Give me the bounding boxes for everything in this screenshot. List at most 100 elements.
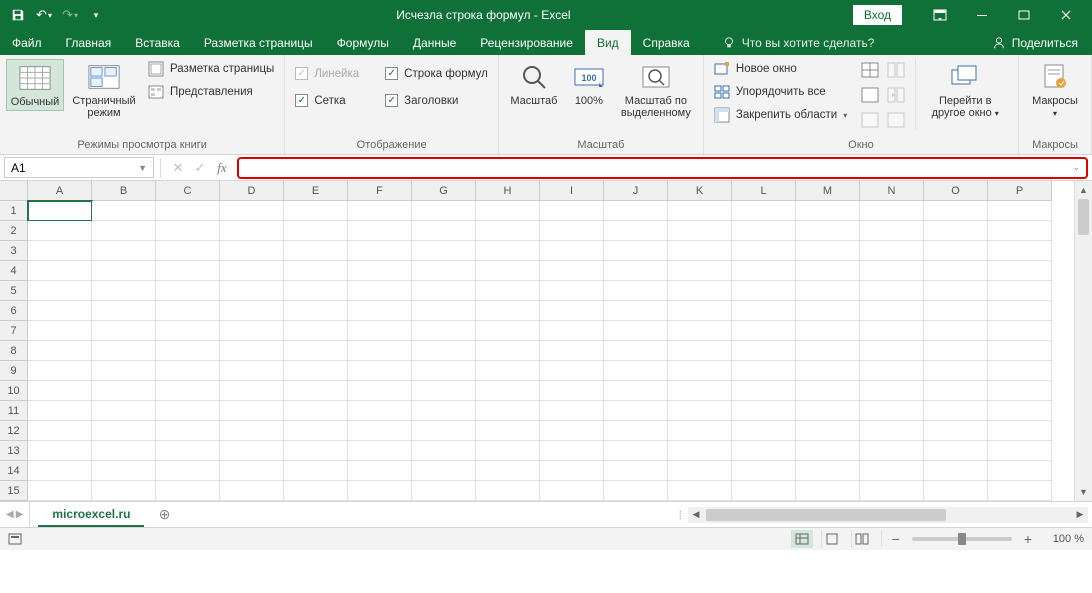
cell[interactable] <box>860 261 924 281</box>
cell[interactable] <box>476 461 540 481</box>
cell[interactable] <box>476 321 540 341</box>
cell[interactable] <box>220 381 284 401</box>
tab-view[interactable]: Вид <box>585 30 631 55</box>
cell[interactable] <box>220 401 284 421</box>
cell[interactable] <box>412 361 476 381</box>
cell[interactable] <box>604 261 668 281</box>
cell[interactable] <box>796 401 860 421</box>
cell[interactable] <box>796 321 860 341</box>
arrange-all-button[interactable]: Упорядочить все <box>710 82 851 102</box>
cell[interactable] <box>540 221 604 241</box>
cell[interactable] <box>92 441 156 461</box>
chevron-down-icon[interactable]: ▼ <box>138 163 147 173</box>
cell[interactable] <box>28 421 92 441</box>
cell[interactable] <box>988 361 1052 381</box>
minimize-button[interactable] <box>962 0 1002 30</box>
cell[interactable] <box>284 441 348 461</box>
split-button[interactable] <box>859 59 881 81</box>
cell[interactable] <box>988 421 1052 441</box>
cell[interactable] <box>860 321 924 341</box>
cell[interactable] <box>92 201 156 221</box>
cell[interactable] <box>92 421 156 441</box>
column-header[interactable]: A <box>28 181 92 201</box>
cell[interactable] <box>284 361 348 381</box>
tab-layout[interactable]: Разметка страницы <box>192 30 325 55</box>
row-header[interactable]: 5 <box>0 281 28 301</box>
cell[interactable] <box>860 361 924 381</box>
cell[interactable] <box>540 321 604 341</box>
cell[interactable] <box>28 441 92 461</box>
cell[interactable] <box>604 241 668 261</box>
row-header[interactable]: 12 <box>0 421 28 441</box>
record-macro-icon[interactable] <box>8 532 24 546</box>
row-header[interactable]: 4 <box>0 261 28 281</box>
cell[interactable] <box>604 281 668 301</box>
cell[interactable] <box>732 341 796 361</box>
cell[interactable] <box>604 401 668 421</box>
tab-formulas[interactable]: Формулы <box>325 30 401 55</box>
cell[interactable] <box>476 341 540 361</box>
cell[interactable] <box>348 361 412 381</box>
cell[interactable] <box>92 301 156 321</box>
cell[interactable] <box>668 481 732 501</box>
cell[interactable] <box>156 481 220 501</box>
switch-windows-button[interactable]: Перейти в другое окно ▾ <box>924 59 1006 122</box>
cell[interactable] <box>668 461 732 481</box>
hide-button[interactable] <box>859 84 881 106</box>
cell[interactable] <box>924 261 988 281</box>
cell[interactable] <box>28 481 92 501</box>
cell[interactable] <box>668 281 732 301</box>
cell[interactable] <box>988 341 1052 361</box>
cell[interactable] <box>348 381 412 401</box>
cell[interactable] <box>860 381 924 401</box>
share-button[interactable]: Поделиться <box>978 30 1092 55</box>
cell[interactable] <box>860 281 924 301</box>
cell[interactable] <box>604 341 668 361</box>
cell[interactable] <box>860 341 924 361</box>
cell[interactable] <box>924 381 988 401</box>
zoom-slider[interactable] <box>912 537 1012 541</box>
cell[interactable] <box>412 401 476 421</box>
cell[interactable] <box>924 461 988 481</box>
column-header[interactable]: J <box>604 181 668 201</box>
column-header[interactable]: E <box>284 181 348 201</box>
cell[interactable] <box>924 321 988 341</box>
cell[interactable] <box>284 321 348 341</box>
cell[interactable] <box>412 421 476 441</box>
cell[interactable] <box>348 281 412 301</box>
cell[interactable] <box>732 221 796 241</box>
cell[interactable] <box>412 341 476 361</box>
cell[interactable] <box>668 361 732 381</box>
gridlines-checkbox[interactable]: ✓ Сетка <box>291 92 363 109</box>
cell[interactable] <box>924 281 988 301</box>
cell[interactable] <box>796 281 860 301</box>
cell[interactable] <box>412 301 476 321</box>
cell[interactable] <box>92 401 156 421</box>
cell[interactable] <box>860 241 924 261</box>
cell[interactable] <box>412 441 476 461</box>
cell[interactable] <box>540 201 604 221</box>
cell[interactable] <box>540 241 604 261</box>
custom-views-button[interactable]: Представления <box>144 82 278 102</box>
cell[interactable] <box>412 381 476 401</box>
cell[interactable] <box>668 301 732 321</box>
cell[interactable] <box>284 241 348 261</box>
cell[interactable] <box>540 421 604 441</box>
formula-input[interactable]: ⌄ <box>237 157 1088 179</box>
cell[interactable] <box>476 421 540 441</box>
cell[interactable] <box>156 201 220 221</box>
cell[interactable] <box>796 421 860 441</box>
cell[interactable] <box>540 281 604 301</box>
sheet-tab[interactable]: microexcel.ru <box>38 502 144 527</box>
column-header[interactable]: N <box>860 181 924 201</box>
cell[interactable] <box>92 481 156 501</box>
column-header[interactable]: I <box>540 181 604 201</box>
cell[interactable] <box>732 421 796 441</box>
cell[interactable] <box>348 221 412 241</box>
cell[interactable] <box>732 301 796 321</box>
scroll-up-icon[interactable]: ▲ <box>1075 181 1092 199</box>
cell[interactable] <box>732 241 796 261</box>
cell[interactable] <box>924 341 988 361</box>
row-header[interactable]: 10 <box>0 381 28 401</box>
cell[interactable] <box>604 361 668 381</box>
